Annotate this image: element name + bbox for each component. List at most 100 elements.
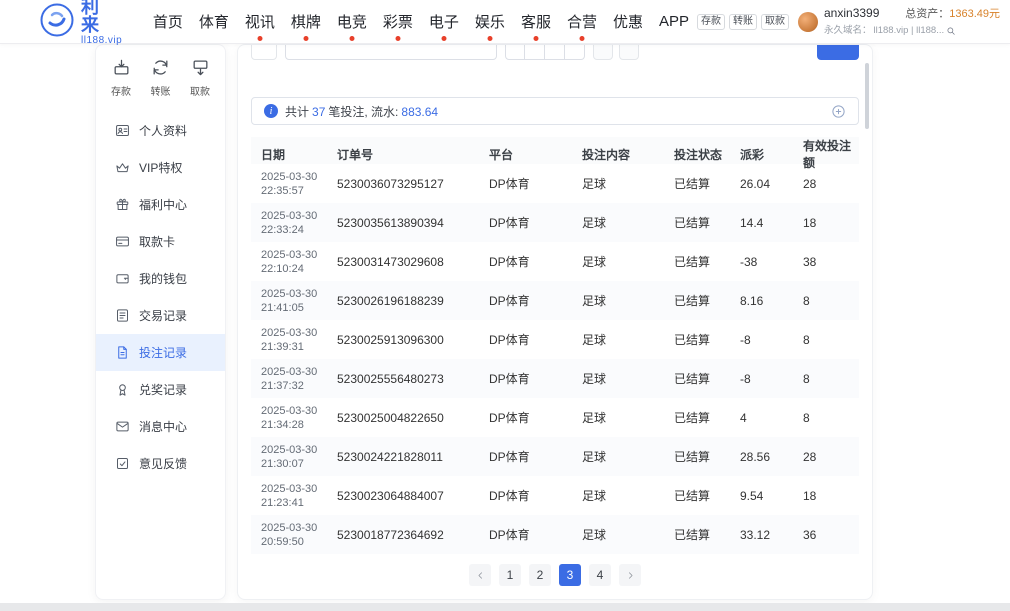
permanent-domain: 永久域名：ll188.vip | ll188...	[824, 25, 1000, 37]
sidebar-item[interactable]: 个人资料	[96, 112, 225, 149]
sidebar-item[interactable]: 意见反馈	[96, 445, 225, 482]
platform-cell: DP体育	[489, 487, 582, 504]
nav-item[interactable]: 电子	[421, 11, 467, 32]
sidebar-item-label: 个人资料	[139, 122, 187, 139]
status-cell: 已结算	[674, 253, 740, 270]
platform-cell: DP体育	[489, 526, 582, 543]
profile-icon	[115, 123, 130, 138]
platform-cell: DP体育	[489, 409, 582, 426]
status-cell: 已结算	[674, 175, 740, 192]
header-user-area: 存款转账取款 anxin3399 总资产：1363.49元 永久域名：ll188…	[697, 6, 1000, 37]
sidebar-item-active[interactable]: 投注记录	[96, 334, 225, 371]
valid-amount-cell: 18	[803, 216, 859, 230]
valid-amount-cell: 8	[803, 294, 859, 308]
horizontal-scrollbar[interactable]	[0, 603, 1010, 611]
nav-item[interactable]: 棋牌	[283, 11, 329, 32]
sidebar-item[interactable]: 取款卡	[96, 223, 225, 260]
plus-circle-icon[interactable]	[831, 104, 846, 119]
sidebar-item[interactable]: 消息中心	[96, 408, 225, 445]
date-cell: 2025-03-3020:59:50	[261, 521, 337, 549]
status-cell: 已结算	[674, 292, 740, 309]
search-button[interactable]	[817, 44, 859, 60]
nav-item[interactable]: 体育	[191, 11, 237, 32]
payout-cell: 33.12	[740, 528, 803, 542]
sidebar-item[interactable]: 交易记录	[96, 297, 225, 334]
quick-action[interactable]: 转账	[151, 58, 171, 98]
chip-transfer[interactable]: 转账	[729, 14, 757, 30]
valid-amount-cell: 28	[803, 450, 859, 464]
sidebar-item[interactable]: VIP特权	[96, 149, 225, 186]
filter-icon-buttons[interactable]	[593, 44, 639, 60]
filter-input[interactable]	[285, 44, 497, 60]
sidebar-item[interactable]: 福利中心	[96, 186, 225, 223]
table-row: 2025-03-3021:30:075230024221828011DP体育足球…	[251, 437, 859, 476]
order-no-cell: 5230026196188239	[337, 294, 489, 308]
logo[interactable]: 利来 ll188.vip	[40, 0, 123, 46]
scrollbar[interactable]	[865, 63, 869, 129]
page-4[interactable]: 4	[589, 564, 611, 586]
page-3[interactable]: 3	[559, 564, 581, 586]
order-no-cell: 5230035613890394	[337, 216, 489, 230]
nav-item[interactable]: APP	[651, 13, 697, 30]
quick-action[interactable]: 取款	[190, 58, 210, 98]
valid-amount-cell: 28	[803, 177, 859, 191]
nav-item[interactable]: 首页	[145, 11, 191, 32]
nav-item[interactable]: 优惠	[605, 11, 651, 32]
page-2[interactable]: 2	[529, 564, 551, 586]
payout-cell: -38	[740, 255, 803, 269]
chip-deposit[interactable]: 存款	[697, 14, 725, 30]
quick-action[interactable]: 存款	[111, 58, 131, 98]
pagination-prev[interactable]	[469, 564, 491, 586]
filter-segment-buttons[interactable]	[505, 44, 585, 60]
chip-withdraw[interactable]: 取款	[761, 14, 789, 30]
sidebar: 存款 转账取款 个人资料 VIP特权福利中心取款卡我的钱包交易记录投注记录兑奖记录消…	[95, 44, 226, 600]
order-no-cell: 5230025556480273	[337, 372, 489, 386]
payout-cell: 9.54	[740, 489, 803, 503]
nav-item[interactable]: 电竞	[329, 11, 375, 32]
sidebar-item[interactable]: 我的钱包	[96, 260, 225, 297]
nav-item[interactable]: 视讯	[237, 11, 283, 32]
date-cell: 2025-03-3021:30:07	[261, 443, 337, 471]
summary-bet-count: 37	[312, 105, 325, 119]
valid-amount-cell: 18	[803, 489, 859, 503]
platform-cell: DP体育	[489, 331, 582, 348]
sidebar-item-label: 福利中心	[139, 196, 187, 213]
order-no-cell: 5230023064884007	[337, 489, 489, 503]
bet-content-cell: 足球	[582, 448, 674, 465]
permanent-domain-label: 永久域名：	[824, 25, 872, 37]
welfare-icon	[115, 197, 130, 212]
status-cell: 已结算	[674, 409, 740, 426]
table-row: 2025-03-3020:59:505230018772364692DP体育足球…	[251, 515, 859, 554]
avatar[interactable]	[798, 12, 818, 32]
date-cell: 2025-03-3021:34:28	[261, 404, 337, 432]
domain-search-icon[interactable]	[946, 26, 956, 36]
status-cell: 已结算	[674, 214, 740, 231]
payout-cell: -8	[740, 372, 803, 386]
pagination-next[interactable]	[619, 564, 641, 586]
nav-item[interactable]: 客服	[513, 11, 559, 32]
page-1[interactable]: 1	[499, 564, 521, 586]
bet-content-cell: 足球	[582, 292, 674, 309]
nav-item[interactable]: 娱乐	[467, 11, 513, 32]
bet-content-cell: 足球	[582, 487, 674, 504]
payout-cell: 26.04	[740, 177, 803, 191]
bet-content-cell: 足球	[582, 214, 674, 231]
filter-label-fragment	[251, 44, 277, 60]
valid-amount-cell: 8	[803, 411, 859, 425]
summary-volume: 883.64	[401, 105, 438, 119]
status-cell: 已结算	[674, 526, 740, 543]
sidebar-item[interactable]: 兑奖记录	[96, 371, 225, 408]
nav-item[interactable]: 合营	[559, 11, 605, 32]
quick-action-label: 存款	[111, 83, 131, 98]
column-header: 平台	[489, 146, 582, 163]
logo-icon	[40, 3, 74, 40]
total-assets-value: 1363.49元	[949, 8, 1000, 20]
nav-item[interactable]: 彩票	[375, 11, 421, 32]
table-row: 2025-03-3021:39:315230025913096300DP体育足球…	[251, 320, 859, 359]
column-header: 投注内容	[582, 146, 674, 163]
message-icon	[115, 419, 130, 434]
info-icon: i	[264, 104, 278, 118]
bet-content-cell: 足球	[582, 253, 674, 270]
withdraw-icon	[191, 58, 210, 80]
order-no-cell: 5230031473029608	[337, 255, 489, 269]
